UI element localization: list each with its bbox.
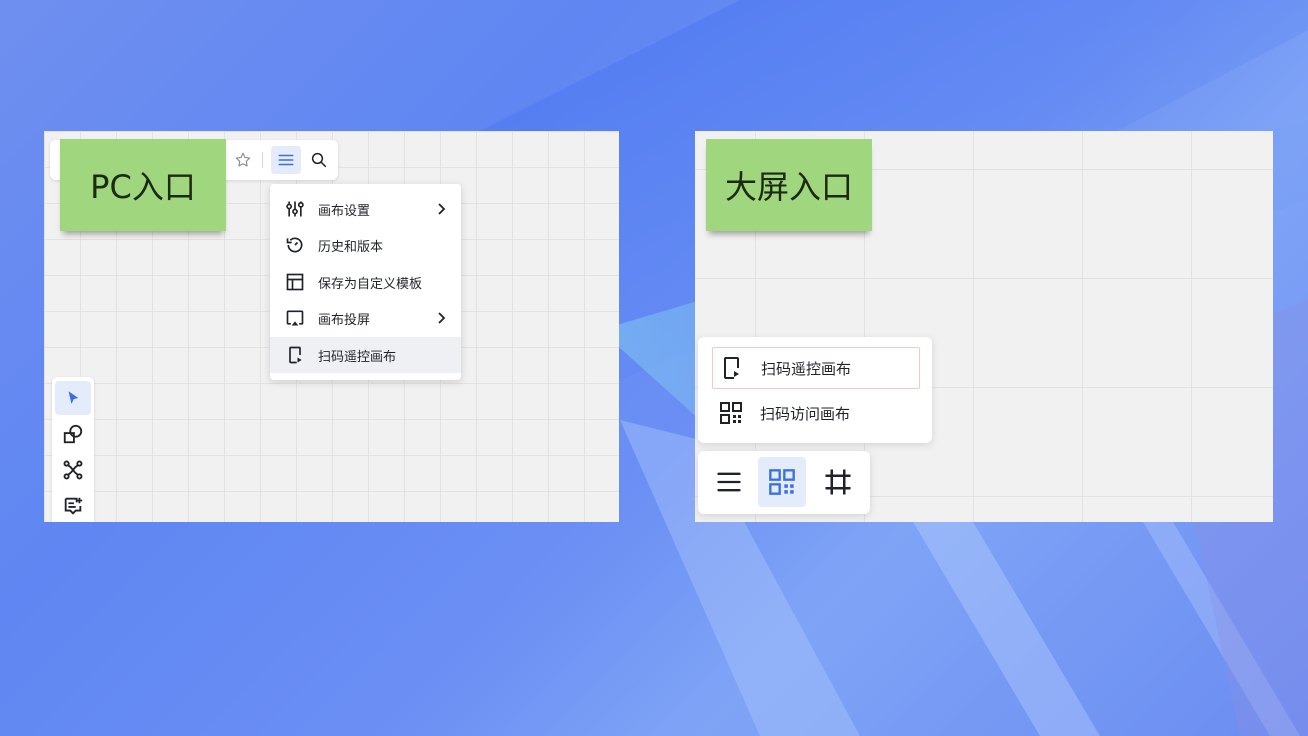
popup-item-scan-visit[interactable]: 扫码访问画布 <box>712 393 918 433</box>
menu-item-label: 保存为自定义模板 <box>318 276 423 292</box>
menu-item-history[interactable]: 历史和版本 <box>270 227 461 263</box>
menu-icon[interactable] <box>271 146 301 174</box>
menu-item-canvas-settings[interactable]: 画布设置 <box>270 191 461 227</box>
pc-canvas-panel: PC入口 画布设置 历史和版本 保存为自定义模板 画布投屏 扫码遥控画布 <box>44 131 619 522</box>
sticky-note-label: 大屏入口 <box>724 168 853 206</box>
popup-item-label: 扫码遥控画布 <box>761 359 852 378</box>
menu-item-scan-remote[interactable]: 扫码遥控画布 <box>270 337 461 373</box>
sticky-note[interactable]: PC入口 <box>60 139 226 231</box>
sticky-note-label: PC入口 <box>90 168 196 206</box>
sticky-note[interactable]: 大屏入口 <box>706 139 872 231</box>
menu-item-save-template[interactable]: 保存为自定义模板 <box>270 264 461 300</box>
qr-code-icon <box>718 400 744 426</box>
popup-item-scan-remote[interactable]: 扫码遥控画布 <box>712 347 920 389</box>
left-tool-strip <box>52 377 94 522</box>
chevron-right-icon <box>435 200 449 222</box>
menu-item-label: 历史和版本 <box>318 239 384 255</box>
shape-icon[interactable] <box>55 417 91 451</box>
toolbar-divider <box>262 152 263 168</box>
star-icon[interactable] <box>228 146 258 174</box>
history-icon <box>284 234 306 256</box>
qr-code-icon[interactable] <box>758 457 806 507</box>
popup-item-label: 扫码访问画布 <box>760 404 851 423</box>
qr-popup: 扫码遥控画布 扫码访问画布 <box>698 337 932 443</box>
frame-icon[interactable] <box>814 457 862 507</box>
comment-icon[interactable] <box>55 489 91 522</box>
chevron-right-icon <box>435 309 449 331</box>
phone-remote-icon <box>284 344 306 366</box>
bottom-toolbar <box>698 451 870 514</box>
menu-item-label: 画布设置 <box>318 203 371 219</box>
template-icon <box>284 271 306 293</box>
select-cursor-icon[interactable] <box>55 381 91 415</box>
menu-icon[interactable] <box>705 457 753 507</box>
big-screen-canvas-panel: 大屏入口 扫码遥控画布 扫码访问画布 <box>695 131 1273 522</box>
canvas-menu: 画布设置 历史和版本 保存为自定义模板 画布投屏 扫码遥控画布 <box>270 184 461 380</box>
search-icon[interactable] <box>304 146 334 174</box>
phone-remote-icon <box>719 355 745 381</box>
menu-item-label: 扫码遥控画布 <box>318 349 397 365</box>
connector-icon[interactable] <box>55 453 91 487</box>
sliders-icon <box>284 198 306 220</box>
cast-icon <box>284 307 306 329</box>
menu-item-label: 画布投屏 <box>318 312 371 328</box>
menu-item-cast[interactable]: 画布投屏 <box>270 300 461 336</box>
